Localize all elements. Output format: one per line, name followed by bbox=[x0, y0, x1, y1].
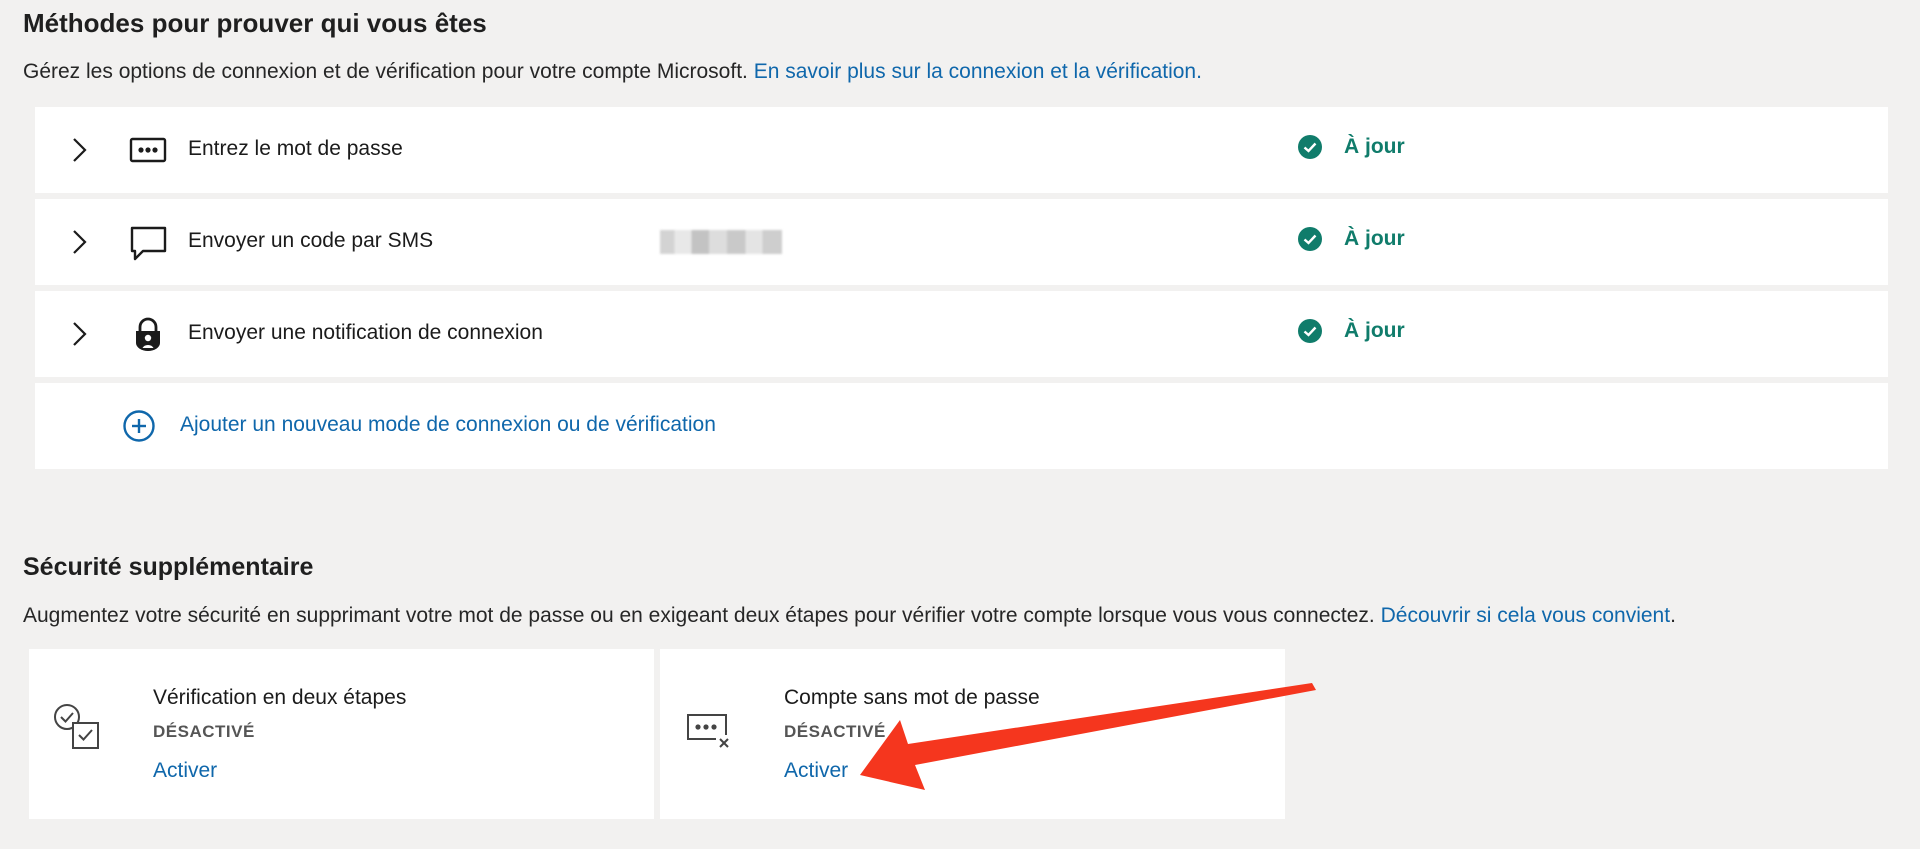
chevron-right-icon[interactable] bbox=[65, 228, 93, 256]
check-circle-icon bbox=[1298, 227, 1322, 251]
passwordless-account-card: Compte sans mot de passe DÉSACTIVÉ Activ… bbox=[660, 649, 1285, 819]
check-circle-icon bbox=[1298, 319, 1322, 343]
status-text: À jour bbox=[1344, 227, 1405, 250]
password-dots-icon bbox=[129, 137, 167, 163]
redacted-phone-number bbox=[660, 230, 782, 254]
status-badge: À jour bbox=[1298, 319, 1405, 343]
method-row-sms[interactable]: Envoyer un code par SMS À jour bbox=[35, 199, 1888, 285]
card-state: DÉSACTIVÉ bbox=[153, 722, 255, 741]
methods-description-text: Gérez les options de connexion et de vér… bbox=[23, 60, 748, 83]
method-label: Envoyer un code par SMS bbox=[188, 229, 434, 252]
activate-two-step-link[interactable]: Activer bbox=[153, 759, 217, 783]
card-state: DÉSACTIVÉ bbox=[784, 722, 886, 741]
activate-passwordless-link[interactable]: Activer bbox=[784, 759, 848, 783]
security-section-title: Sécurité supplémentaire bbox=[23, 553, 314, 581]
status-text: À jour bbox=[1344, 135, 1405, 158]
page-title: Méthodes pour prouver qui vous êtes bbox=[23, 8, 487, 38]
method-label: Entrez le mot de passe bbox=[188, 137, 403, 160]
discover-suffix: . bbox=[1670, 604, 1676, 627]
discover-link[interactable]: Découvrir si cela vous convient bbox=[1381, 604, 1670, 627]
passwordless-icon bbox=[687, 714, 729, 748]
method-row-password[interactable]: Entrez le mot de passe À jour bbox=[35, 107, 1888, 193]
add-method-row[interactable]: Ajouter un nouveau mode de connexion ou … bbox=[35, 383, 1888, 469]
check-circle-icon bbox=[1298, 135, 1322, 159]
add-method-link[interactable]: Ajouter un nouveau mode de connexion ou … bbox=[180, 413, 716, 437]
two-step-check-icon bbox=[54, 704, 99, 749]
chat-bubble-icon bbox=[130, 226, 167, 261]
chevron-right-icon[interactable] bbox=[65, 320, 93, 348]
card-title: Compte sans mot de passe bbox=[784, 686, 1040, 709]
security-description: Augmentez votre sécurité en supprimant v… bbox=[23, 604, 1676, 628]
chevron-right-icon[interactable] bbox=[65, 136, 93, 164]
status-text: À jour bbox=[1344, 319, 1405, 342]
methods-description: Gérez les options de connexion et de vér… bbox=[23, 60, 1202, 84]
lock-person-icon bbox=[136, 317, 160, 351]
security-description-text: Augmentez votre sécurité en supprimant v… bbox=[23, 604, 1375, 627]
two-step-verification-card: Vérification en deux étapes DÉSACTIVÉ Ac… bbox=[29, 649, 654, 819]
method-row-notification[interactable]: Envoyer une notification de connexion À … bbox=[35, 291, 1888, 377]
learn-more-link[interactable]: En savoir plus sur la connexion et la vé… bbox=[754, 60, 1202, 83]
card-title: Vérification en deux étapes bbox=[153, 686, 407, 709]
status-badge: À jour bbox=[1298, 135, 1405, 159]
method-label: Envoyer une notification de connexion bbox=[188, 321, 543, 344]
add-circle-icon[interactable] bbox=[122, 409, 156, 443]
status-badge: À jour bbox=[1298, 227, 1405, 251]
